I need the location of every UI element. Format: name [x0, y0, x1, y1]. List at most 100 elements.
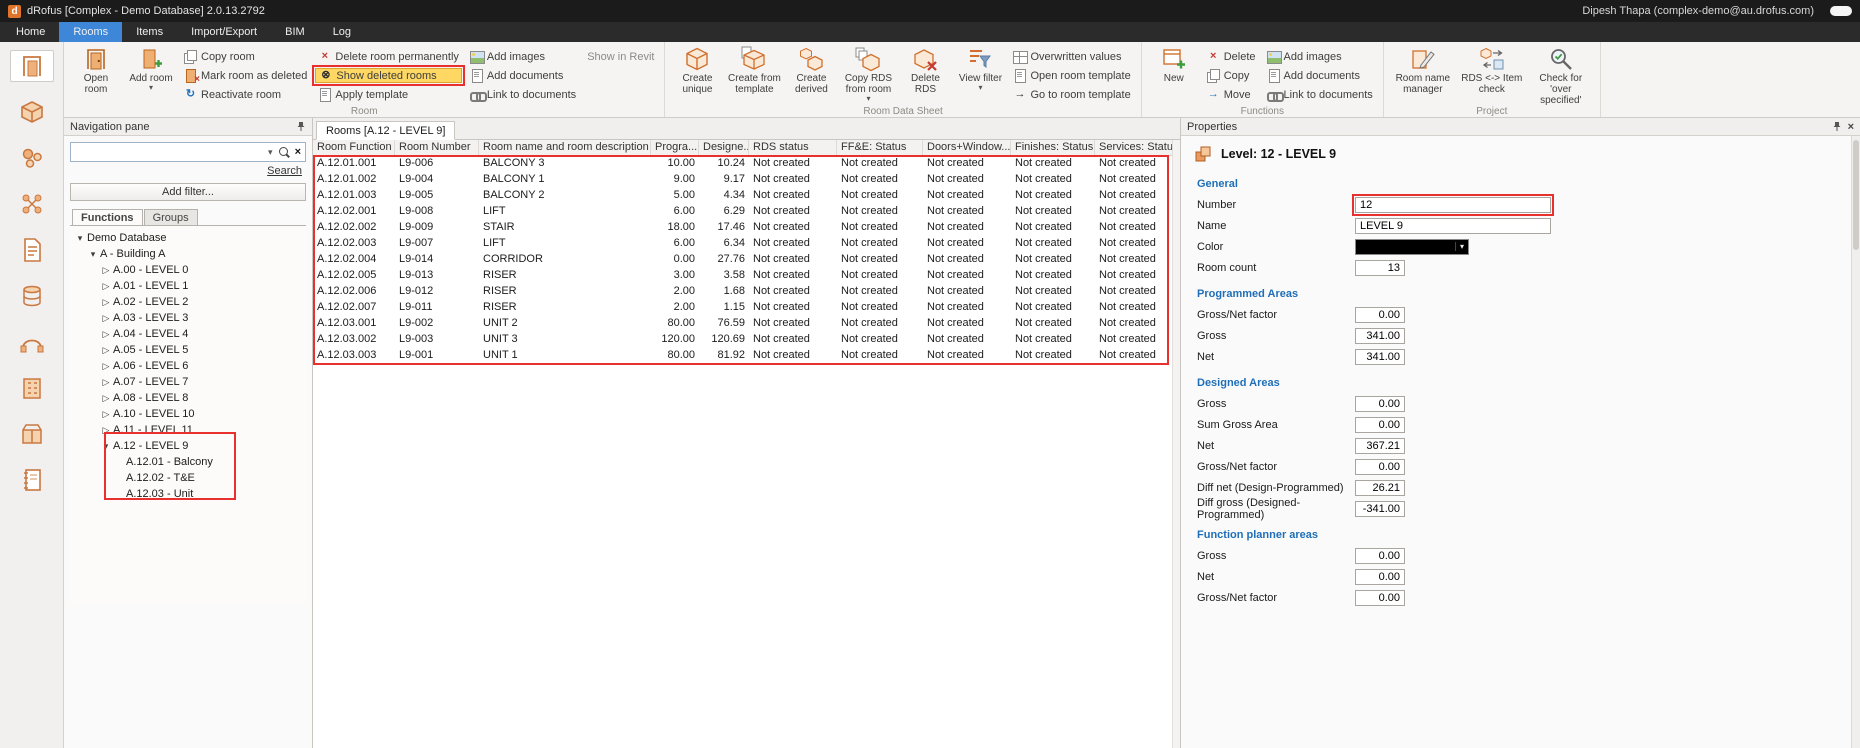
pin-icon[interactable] [296, 121, 306, 132]
search-icon[interactable] [278, 146, 290, 158]
pin-icon[interactable] [1832, 121, 1842, 132]
net-input[interactable] [1355, 438, 1405, 454]
column-header-progra[interactable]: Progra... [651, 140, 699, 155]
table-row-a-12-01-001[interactable]: A.12.01.001L9-006BALCONY 310.0010.24Not … [313, 156, 1180, 172]
copy-room-button[interactable]: Copy room [181, 49, 310, 64]
expand-toggle-icon[interactable]: ▷ [100, 361, 112, 372]
table-row-a-12-02-001[interactable]: A.12.02.001L9-008LIFT6.006.29Not created… [313, 204, 1180, 220]
table-row-a-12-03-001[interactable]: A.12.03.001L9-002UNIT 280.0076.59Not cre… [313, 316, 1180, 332]
tree-item-a-10-level-10[interactable]: ▷A.10 - LEVEL 10 [70, 406, 306, 422]
tree-item-a-12-level-9[interactable]: ▾A.12 - LEVEL 9 [70, 438, 306, 454]
table-row-a-12-01-003[interactable]: A.12.01.003L9-005BALCONY 25.004.34Not cr… [313, 188, 1180, 204]
link-to-documents-button[interactable]: Link to documents [467, 87, 579, 102]
tree-item-a-00-level-0[interactable]: ▷A.00 - LEVEL 0 [70, 262, 306, 278]
column-header-room-number[interactable]: Room Number [395, 140, 479, 155]
collapse-toggle-icon[interactable]: ▾ [87, 249, 99, 260]
search-link[interactable]: Search [70, 165, 302, 177]
net-input[interactable] [1355, 569, 1405, 585]
name-input[interactable] [1355, 218, 1551, 234]
add-documents-button[interactable]: Add documents [467, 68, 579, 83]
open-room-template-button[interactable]: Open room template [1010, 68, 1133, 83]
tab-home[interactable]: Home [2, 22, 59, 42]
create-unique-button[interactable]: Create unique [672, 45, 722, 96]
functions-add-documents-button[interactable]: Add documents [1264, 68, 1376, 83]
tab-rooms[interactable]: Rooms [59, 22, 122, 42]
copy-rds-from-room-button[interactable]: Copy RDS from room ▾ [841, 45, 895, 103]
module-package-icon[interactable] [10, 418, 54, 450]
module-door-icon[interactable] [10, 50, 54, 82]
column-header-doors-window[interactable]: Doors+Window... [923, 140, 1011, 155]
expand-toggle-icon[interactable]: ▷ [100, 409, 112, 420]
functions-add-images-button[interactable]: Add images [1264, 49, 1376, 64]
rooms-level9-tab[interactable]: Rooms [A.12 - LEVEL 9] [316, 121, 455, 140]
gross-net-factor-input[interactable] [1355, 307, 1405, 323]
column-header-room-function[interactable]: Room Function #: [313, 140, 395, 155]
minimize-button[interactable] [1830, 6, 1852, 16]
module-database-icon[interactable] [10, 280, 54, 312]
view-filter-button[interactable]: View filter ▾ [955, 45, 1005, 92]
expand-toggle-icon[interactable]: ▷ [100, 377, 112, 388]
tab-groups[interactable]: Groups [144, 209, 198, 226]
show-in-revit-button[interactable]: Show in Revit [584, 49, 657, 64]
module-document-icon[interactable] [10, 234, 54, 266]
move-function-button[interactable]: →Move [1204, 87, 1259, 102]
expand-toggle-icon[interactable]: ▷ [100, 297, 112, 308]
tree-item-a-12-01-balcony[interactable]: A.12.01 - Balcony [70, 454, 306, 470]
tree-item-a-building-a[interactable]: ▾A - Building A [70, 246, 306, 262]
search-options-chevron-icon[interactable]: ▾ [268, 147, 273, 158]
table-row-a-12-01-002[interactable]: A.12.01.002L9-004BALCONY 19.009.17Not cr… [313, 172, 1180, 188]
scrollbar-thumb[interactable] [1853, 140, 1859, 250]
tree-item-a-11-level-11[interactable]: ▷A.11 - LEVEL 11 [70, 422, 306, 438]
mark-room-as-deleted-button[interactable]: Mark room as deleted [181, 68, 310, 83]
diff-gross-designed-programmed-input[interactable] [1355, 501, 1405, 517]
go-to-room-template-button[interactable]: →Go to room template [1010, 87, 1133, 102]
column-header-services-status[interactable]: Services: Status [1095, 140, 1173, 155]
delete-function-button[interactable]: ×Delete [1204, 49, 1259, 64]
gross-input[interactable] [1355, 396, 1405, 412]
tree-item-a-12-03-unit[interactable]: A.12.03 - Unit [70, 486, 306, 502]
tree-item-a-07-level-7[interactable]: ▷A.07 - LEVEL 7 [70, 374, 306, 390]
open-room-button[interactable]: Open room [71, 45, 121, 96]
expand-toggle-icon[interactable]: ▷ [100, 425, 112, 436]
gross-net-factor-input[interactable] [1355, 459, 1405, 475]
table-row-a-12-03-003[interactable]: A.12.03.003L9-001UNIT 180.0081.92Not cre… [313, 348, 1180, 364]
table-row-a-12-02-004[interactable]: A.12.02.004L9-014CORRIDOR0.0027.76Not cr… [313, 252, 1180, 268]
tree-item-a-05-level-5[interactable]: ▷A.05 - LEVEL 5 [70, 342, 306, 358]
tab-items[interactable]: Items [122, 22, 177, 42]
room-count-input[interactable] [1355, 260, 1405, 276]
tab-import-export[interactable]: Import/Export [177, 22, 271, 42]
add-filter-button[interactable]: Add filter... [70, 183, 306, 201]
number-input[interactable] [1355, 197, 1551, 213]
tab-functions[interactable]: Functions [72, 209, 143, 226]
tree-item-a-03-level-3[interactable]: ▷A.03 - LEVEL 3 [70, 310, 306, 326]
column-header-room-name-and-room-description[interactable]: Room name and room description [479, 140, 651, 155]
sum-gross-area-input[interactable] [1355, 417, 1405, 433]
net-input[interactable] [1355, 349, 1405, 365]
apply-template-button[interactable]: Apply template [315, 87, 462, 102]
collapse-toggle-icon[interactable]: ▾ [74, 233, 86, 244]
table-row-a-12-03-002[interactable]: A.12.03.002L9-003UNIT 3120.00120.69Not c… [313, 332, 1180, 348]
add-images-button[interactable]: Add images [467, 49, 579, 64]
reactivate-room-button[interactable]: ↻Reactivate room [181, 87, 310, 102]
rds-item-check-button[interactable]: RDS <-> Item check [1460, 45, 1524, 96]
expand-toggle-icon[interactable]: ▷ [100, 265, 112, 276]
add-room-button[interactable]: Add room ▾ [126, 45, 176, 92]
gross-net-factor-input[interactable] [1355, 590, 1405, 606]
tree-item-a-04-level-4[interactable]: ▷A.04 - LEVEL 4 [70, 326, 306, 342]
close-icon[interactable]: × [1848, 121, 1854, 133]
diff-net-design-programmed-input[interactable] [1355, 480, 1405, 496]
expand-toggle-icon[interactable]: ▷ [100, 313, 112, 324]
table-row-a-12-02-006[interactable]: A.12.02.006L9-012RISER2.001.68Not create… [313, 284, 1180, 300]
gross-input[interactable] [1355, 328, 1405, 344]
tab-bim[interactable]: BIM [271, 22, 319, 42]
gross-input[interactable] [1355, 548, 1405, 564]
color-field[interactable]: ▾ [1355, 239, 1469, 255]
table-vertical-scrollbar[interactable] [1172, 141, 1180, 748]
column-header-designe[interactable]: Designe... [699, 140, 749, 155]
column-header-finishes-status[interactable]: Finishes: Status [1011, 140, 1095, 155]
tree-item-a-02-level-2[interactable]: ▷A.02 - LEVEL 2 [70, 294, 306, 310]
tree-item-a-01-level-1[interactable]: ▷A.01 - LEVEL 1 [70, 278, 306, 294]
tree-item-a-08-level-8[interactable]: ▷A.08 - LEVEL 8 [70, 390, 306, 406]
table-row-a-12-02-007[interactable]: A.12.02.007L9-011RISER2.001.15Not create… [313, 300, 1180, 316]
tab-log[interactable]: Log [319, 22, 365, 42]
